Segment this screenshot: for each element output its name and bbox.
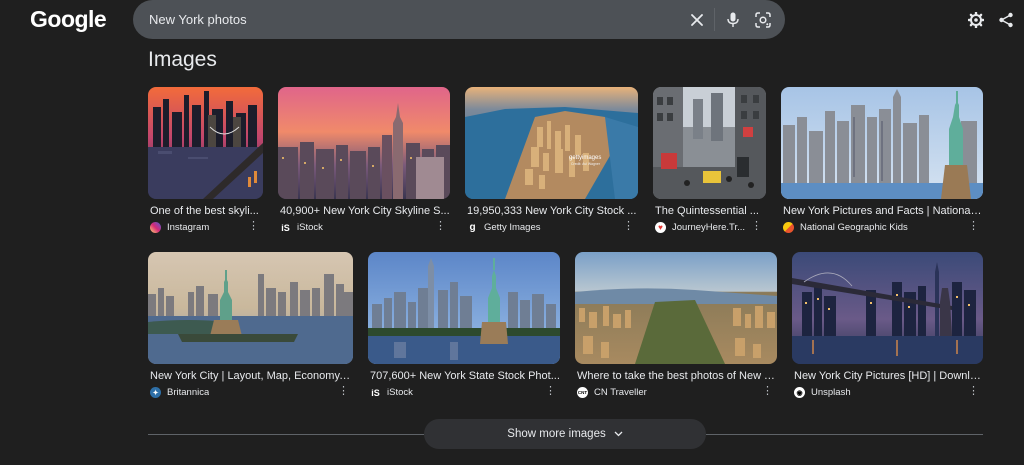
gear-icon[interactable] bbox=[965, 9, 987, 31]
image-caption[interactable]: Where to take the best photos of New Y..… bbox=[575, 370, 777, 382]
natgeo-kids-icon bbox=[783, 222, 794, 233]
image-thumbnail[interactable] bbox=[278, 87, 450, 199]
image-caption[interactable]: New York Pictures and Facts | National .… bbox=[781, 205, 983, 217]
divider-left bbox=[148, 434, 424, 435]
source-name[interactable]: JourneyHere.Tr... bbox=[672, 222, 745, 233]
google-logo[interactable]: Google bbox=[30, 6, 107, 33]
image-result[interactable]: New York City | Layout, Map, Economy, ..… bbox=[148, 252, 353, 398]
svg-text:gettyimages: gettyimages bbox=[569, 155, 601, 161]
more-options-icon[interactable]: ⋮ bbox=[248, 221, 259, 232]
lens-icon[interactable] bbox=[752, 9, 774, 31]
getty-images-icon: g bbox=[467, 222, 478, 233]
search-divider bbox=[714, 8, 715, 31]
instagram-icon bbox=[150, 222, 161, 233]
image-result[interactable]: The Quintessential ... ♥ JourneyHere.Tr.… bbox=[653, 87, 766, 233]
cn-traveller-icon: CNT bbox=[577, 387, 588, 398]
unsplash-icon: ◉ bbox=[794, 387, 805, 398]
image-thumbnail[interactable] bbox=[792, 252, 983, 364]
divider-right bbox=[706, 434, 983, 435]
image-thumbnail[interactable] bbox=[575, 252, 777, 364]
more-options-icon[interactable]: ⋮ bbox=[338, 386, 349, 397]
more-options-icon[interactable]: ⋮ bbox=[968, 221, 979, 232]
svg-text:Credit: Avi Wagner: Credit: Avi Wagner bbox=[571, 162, 601, 166]
britannica-icon: ✦ bbox=[150, 387, 161, 398]
source-name[interactable]: Instagram bbox=[167, 222, 209, 233]
journeyhere-icon: ♥ bbox=[655, 222, 666, 233]
image-result[interactable]: 40,900+ New York City Skyline S... iS iS… bbox=[278, 87, 450, 233]
source-name[interactable]: CN Traveller bbox=[594, 387, 647, 398]
more-options-icon[interactable]: ⋮ bbox=[435, 221, 446, 232]
share-icon[interactable] bbox=[995, 9, 1017, 31]
source-name[interactable]: Unsplash bbox=[811, 387, 851, 398]
image-result[interactable]: 707,600+ New York State Stock Phot... iS… bbox=[368, 252, 560, 398]
image-result[interactable]: New York Pictures and Facts | National .… bbox=[781, 87, 983, 233]
source-name[interactable]: Getty Images bbox=[484, 222, 541, 233]
image-thumbnail[interactable] bbox=[368, 252, 560, 364]
chevron-down-icon bbox=[614, 428, 623, 440]
more-options-icon[interactable]: ⋮ bbox=[968, 386, 979, 397]
more-options-icon[interactable]: ⋮ bbox=[751, 221, 762, 232]
image-caption[interactable]: One of the best skyli... bbox=[148, 205, 263, 217]
more-options-icon[interactable]: ⋮ bbox=[545, 386, 556, 397]
image-caption[interactable]: 40,900+ New York City Skyline S... bbox=[278, 205, 450, 217]
image-caption[interactable]: New York City | Layout, Map, Economy, ..… bbox=[148, 370, 353, 382]
show-more-label: Show more images bbox=[507, 428, 606, 440]
close-icon[interactable] bbox=[686, 9, 708, 31]
image-result[interactable]: Where to take the best photos of New Y..… bbox=[575, 252, 777, 398]
image-thumbnail[interactable] bbox=[781, 87, 983, 199]
image-thumbnail[interactable] bbox=[653, 87, 766, 199]
image-caption[interactable]: The Quintessential ... bbox=[653, 205, 766, 217]
search-input[interactable] bbox=[149, 12, 669, 27]
image-thumbnail[interactable] bbox=[148, 87, 263, 199]
source-name[interactable]: Britannica bbox=[167, 387, 209, 398]
show-more-images-button[interactable]: Show more images bbox=[424, 419, 706, 449]
image-caption[interactable]: 707,600+ New York State Stock Phot... bbox=[368, 370, 560, 382]
istock-icon: iS bbox=[280, 222, 291, 233]
images-heading: Images bbox=[148, 48, 217, 71]
source-name[interactable]: National Geographic Kids bbox=[800, 222, 908, 233]
image-result[interactable]: New York City Pictures [HD] | Downlo... … bbox=[792, 252, 983, 398]
more-options-icon[interactable]: ⋮ bbox=[623, 221, 634, 232]
image-caption[interactable]: 19,950,333 New York City Stock ... bbox=[465, 205, 638, 217]
image-result[interactable]: gettyimages Credit: Avi Wagner 19,950,33… bbox=[465, 87, 638, 233]
image-thumbnail[interactable]: gettyimages Credit: Avi Wagner bbox=[465, 87, 638, 199]
search-bar[interactable] bbox=[133, 0, 785, 39]
image-caption[interactable]: New York City Pictures [HD] | Downlo... bbox=[792, 370, 983, 382]
source-name[interactable]: iStock bbox=[387, 387, 413, 398]
istock-icon: iS bbox=[370, 387, 381, 398]
image-result[interactable]: One of the best skyli... Instagram ⋮ bbox=[148, 87, 263, 233]
source-name[interactable]: iStock bbox=[297, 222, 323, 233]
image-thumbnail[interactable] bbox=[148, 252, 353, 364]
more-options-icon[interactable]: ⋮ bbox=[762, 386, 773, 397]
microphone-icon[interactable] bbox=[722, 9, 744, 31]
